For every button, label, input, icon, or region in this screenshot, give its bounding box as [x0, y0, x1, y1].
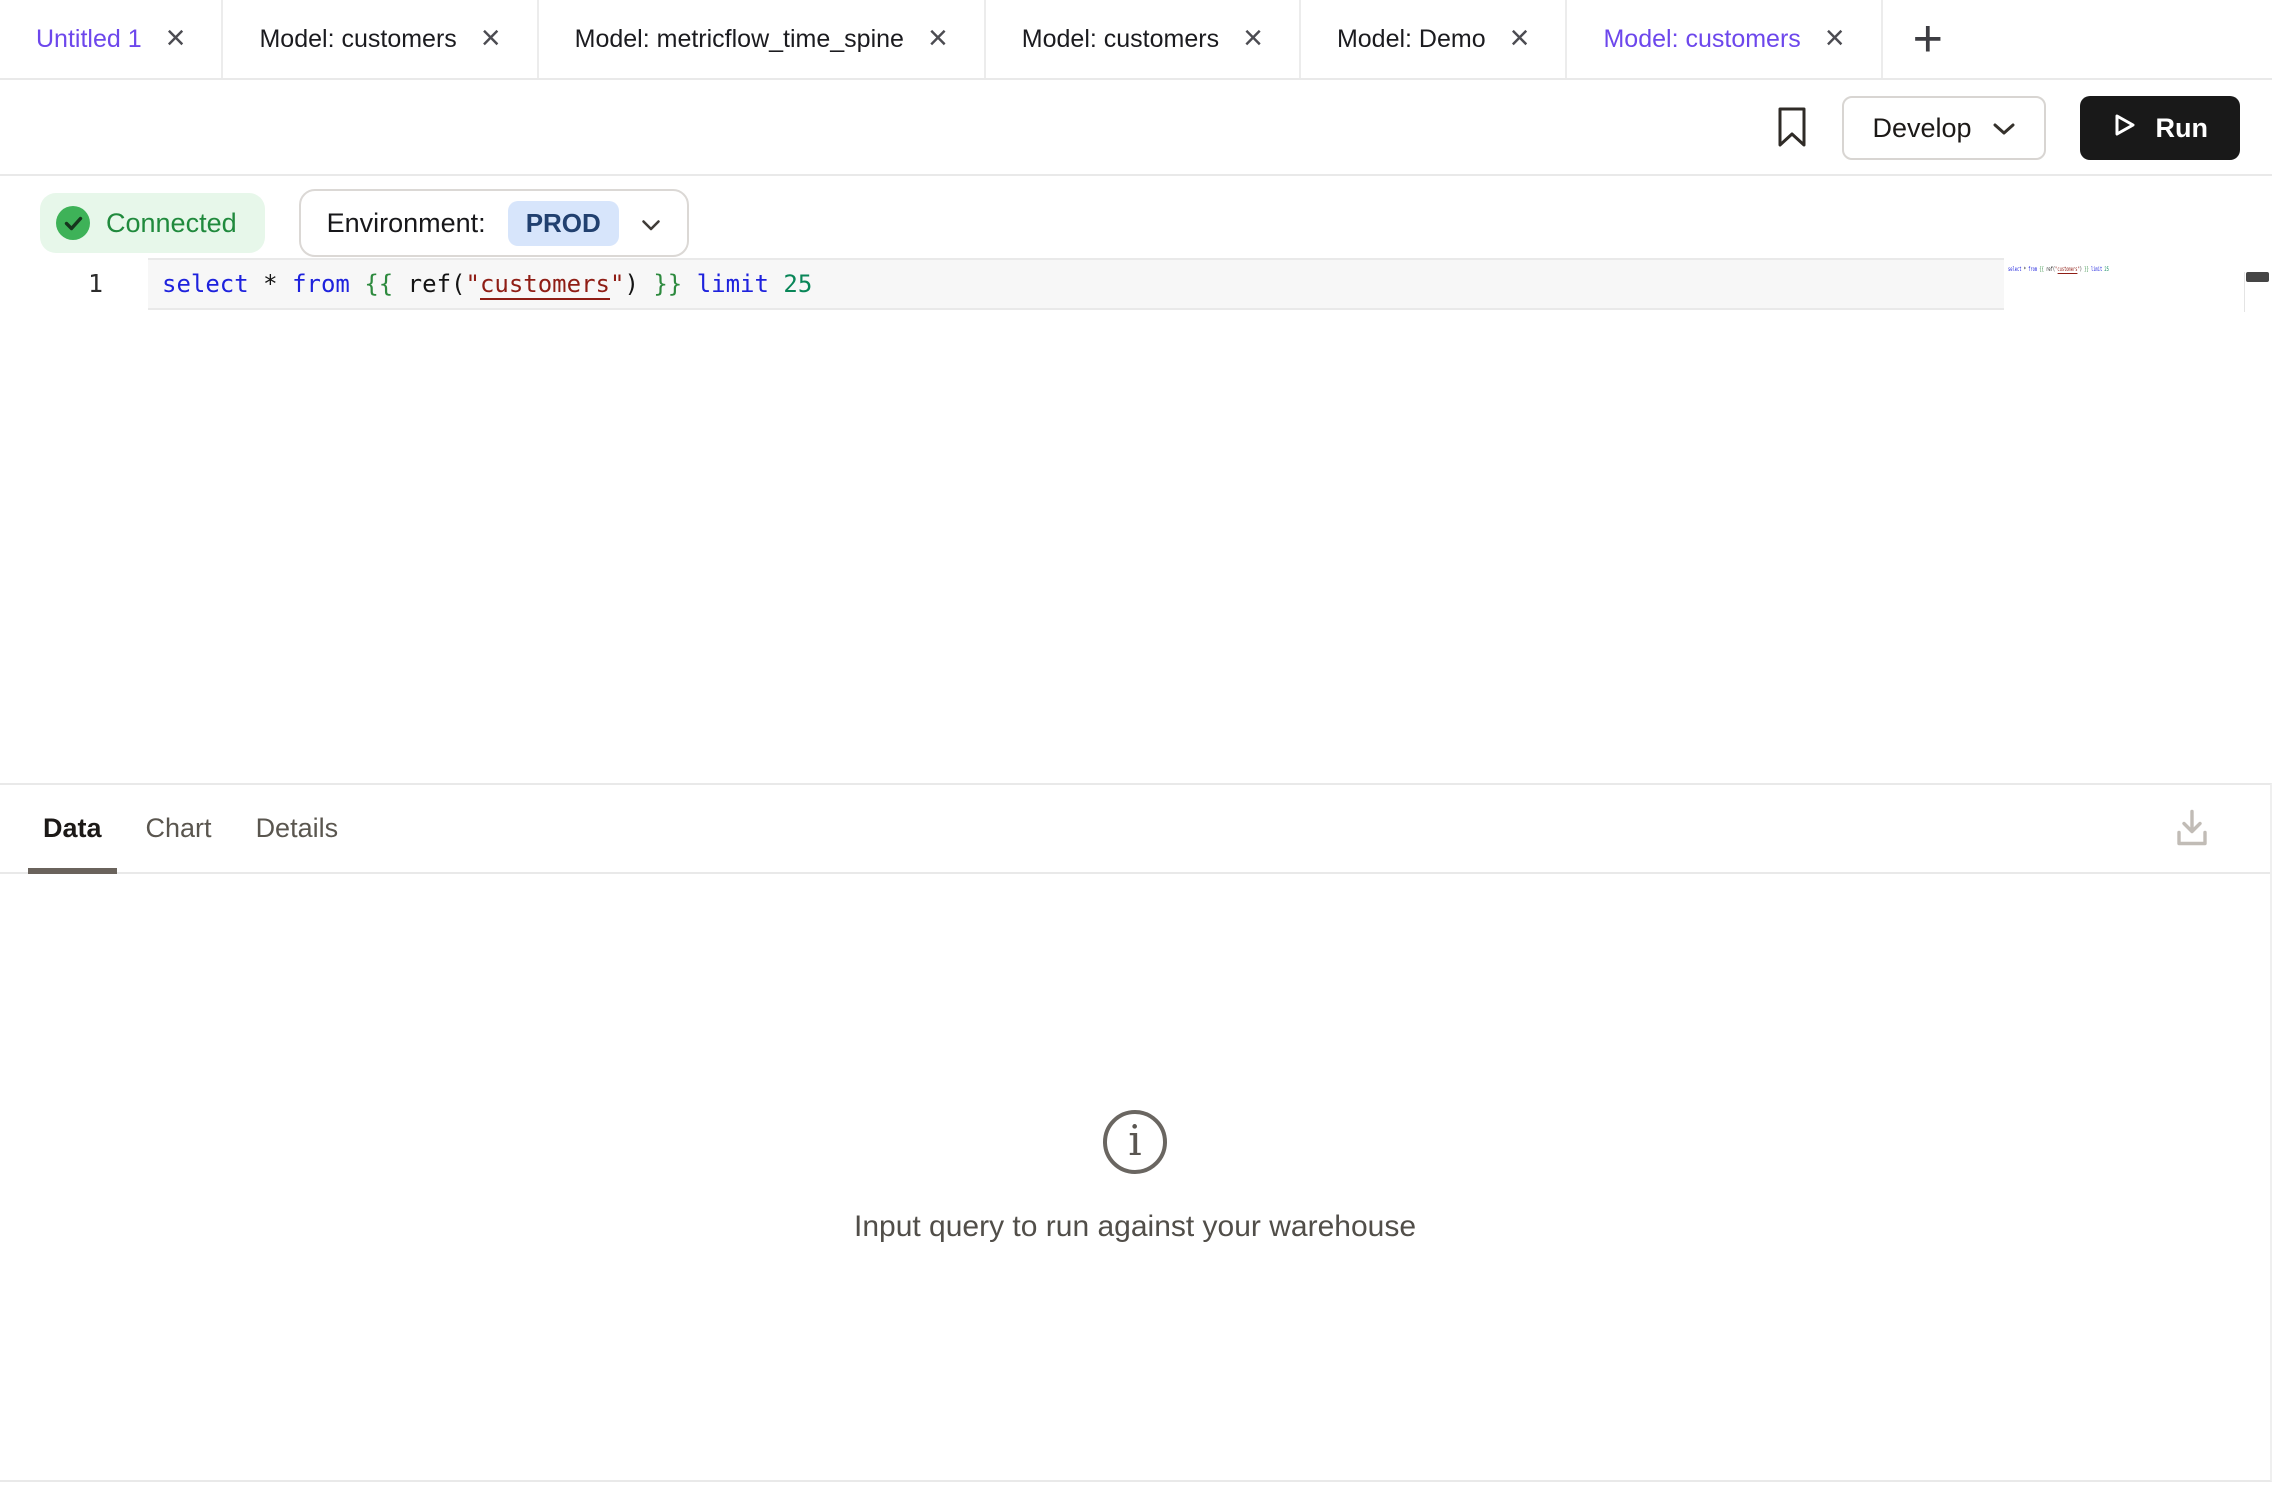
bookmark-button[interactable] — [1776, 105, 1808, 152]
environment-label: Environment: — [327, 208, 486, 239]
develop-button-label: Develop — [1872, 113, 1971, 144]
code-token[interactable]: " — [610, 270, 624, 298]
play-icon — [2112, 111, 2138, 146]
editor-tab[interactable]: Untitled 1 × — [0, 0, 223, 78]
results-panel-tab[interactable]: Data — [28, 785, 117, 872]
results-panel-tab[interactable]: Details — [241, 785, 354, 872]
close-icon[interactable]: × — [481, 21, 501, 55]
code-token: limit — [2091, 266, 2102, 273]
code-token: 25 — [2104, 266, 2108, 273]
code-token[interactable]: from — [292, 270, 350, 298]
editor-tab-label: Model: metricflow_time_spine — [575, 25, 904, 54]
code-token[interactable]: {{ — [364, 270, 393, 298]
chevron-down-icon — [641, 208, 661, 239]
code-token[interactable]: limit — [697, 270, 769, 298]
info-icon-glyph: i — [1128, 1120, 1141, 1162]
environment-value-pill: PROD — [508, 201, 619, 246]
run-button[interactable]: Run — [2080, 96, 2240, 160]
environment-selector[interactable]: Environment: PROD — [299, 189, 689, 257]
plus-icon: + — [1913, 9, 1943, 69]
develop-button[interactable]: Develop — [1842, 96, 2045, 160]
code-token[interactable]: * — [263, 270, 277, 298]
editor-tab-label: Model: customers — [1603, 25, 1800, 54]
editor-tab-label: Model: customers — [259, 25, 456, 54]
results-panel-tab[interactable]: Chart — [131, 785, 227, 872]
results-panel-tab-label: Data — [43, 813, 102, 844]
editor-tab-label: Model: customers — [1022, 25, 1219, 54]
connection-status-label: Connected — [106, 208, 237, 239]
code-token[interactable]: ( — [451, 270, 465, 298]
code-token[interactable] — [249, 270, 263, 298]
code-token: select — [2008, 266, 2021, 273]
check-circle-icon — [56, 206, 90, 240]
code-token[interactable] — [769, 270, 783, 298]
code-token[interactable]: }} — [653, 270, 682, 298]
close-icon[interactable]: × — [1825, 21, 1845, 55]
code-editor[interactable]: 1 select * from {{ ref("customers") }} l… — [0, 258, 2272, 783]
run-button-label: Run — [2156, 113, 2208, 144]
code-token[interactable]: " — [465, 270, 479, 298]
editor-tab[interactable]: Model: customers × — [986, 0, 1301, 78]
toolbar: Develop Run — [0, 82, 2272, 176]
code-token[interactable] — [639, 270, 653, 298]
status-row: Connected Environment: PROD — [40, 188, 689, 258]
editor-tab-label: Model: Demo — [1337, 25, 1486, 54]
editor-scrollbar-thumb[interactable] — [2246, 272, 2269, 282]
editor-tab[interactable]: Model: Demo × — [1301, 0, 1568, 78]
close-icon[interactable]: × — [928, 21, 948, 55]
code-line[interactable]: select * from {{ ref("customers") }} lim… — [162, 258, 812, 310]
results-panel-tabs: Data Chart Details — [0, 785, 2270, 874]
code-token[interactable] — [350, 270, 364, 298]
info-icon: i — [1103, 1110, 1167, 1174]
code-token[interactable] — [278, 270, 292, 298]
editor-tab[interactable]: Model: customers × — [223, 0, 538, 78]
editor-tab[interactable]: Model: metricflow_time_spine × — [539, 0, 986, 78]
code-token[interactable] — [682, 270, 696, 298]
code-token[interactable] — [393, 270, 407, 298]
minimap[interactable]: select * from {{ ref("customers") }} lim… — [2008, 266, 2109, 273]
code-token[interactable]: ref — [408, 270, 451, 298]
download-icon — [2172, 836, 2212, 851]
results-panel-tab-label: Chart — [146, 813, 212, 844]
bookmark-icon — [1776, 105, 1808, 152]
code-token: customers — [2057, 266, 2077, 274]
tab-bar: Untitled 1 × Model: customers × Model: m… — [0, 0, 2272, 80]
editor-tab-label: Untitled 1 — [36, 25, 142, 54]
code-token[interactable]: customers — [480, 270, 610, 300]
close-icon[interactable]: × — [1510, 21, 1530, 55]
tab-bar-tabs: Untitled 1 × Model: customers × Model: m… — [0, 0, 1883, 78]
results-panel: Data Chart Details i Input query to run … — [0, 783, 2272, 1482]
add-tab-button[interactable]: + — [1883, 0, 1973, 78]
code-token: from — [2028, 266, 2037, 273]
editor-tab[interactable]: Model: customers × — [1567, 0, 1882, 78]
close-icon[interactable]: × — [1243, 21, 1263, 55]
code-token[interactable]: select — [162, 270, 249, 298]
code-token[interactable]: ) — [624, 270, 638, 298]
minimap-line: select * from {{ ref("customers") }} lim… — [2008, 266, 2109, 274]
results-panel-tab-label: Details — [256, 813, 339, 844]
line-number: 1 — [88, 258, 103, 310]
connection-status-badge: Connected — [40, 193, 265, 253]
close-icon[interactable]: × — [166, 21, 186, 55]
empty-state: i Input query to run against your wareho… — [0, 1110, 2270, 1244]
chevron-down-icon — [1992, 113, 2016, 144]
code-token[interactable]: 25 — [783, 270, 812, 298]
download-button[interactable] — [2166, 805, 2218, 852]
empty-state-message: Input query to run against your warehous… — [854, 1210, 1416, 1244]
